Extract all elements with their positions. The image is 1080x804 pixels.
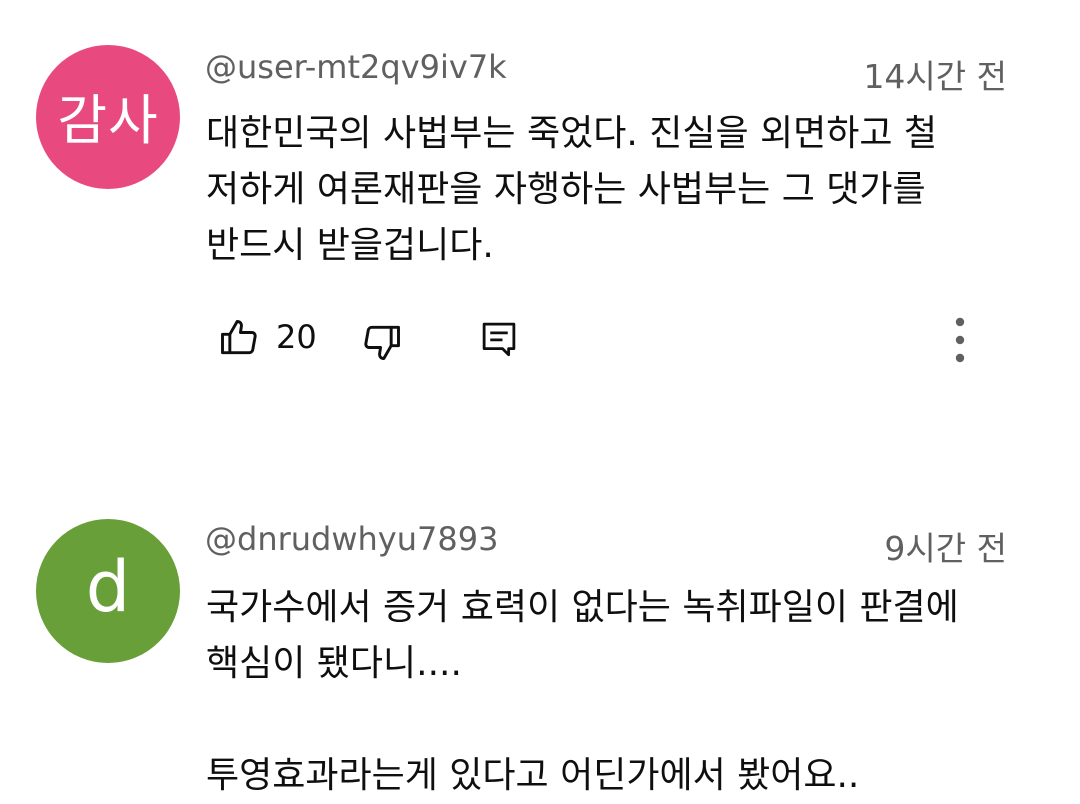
comment-text: 국가수에서 증거 효력이 없다는 녹취파일이 판결에 핵심이 됐다니.... 투… bbox=[206, 580, 1026, 804]
comment-text-line: 반드시 받을겁니다. bbox=[206, 225, 494, 266]
comment-author[interactable]: @user-mt2qv9iv7k bbox=[205, 48, 507, 86]
like-count: 20 bbox=[276, 318, 317, 356]
comment-text-line: 저하게 여론재판을 자행하는 사법부는 그 댓가를 bbox=[206, 169, 926, 210]
comment-text-line: 국가수에서 증거 효력이 없다는 녹취파일이 판결에 bbox=[206, 587, 959, 628]
comment-text-line: 투영효과라는게 있다고 어딘가에서 봤어요.. bbox=[206, 755, 860, 796]
reply-icon[interactable] bbox=[478, 318, 520, 360]
comment-author[interactable]: @dnrudwhyu7893 bbox=[205, 520, 498, 558]
thumbs-down-icon[interactable] bbox=[360, 320, 404, 364]
comment-text-line: 핵심이 됐다니.... bbox=[206, 643, 462, 684]
comment-timestamp: 14시간 전 bbox=[863, 57, 1007, 96]
avatar-initials: 감사 bbox=[57, 88, 159, 152]
comment-timestamp: 9시간 전 bbox=[884, 529, 1007, 568]
comment-text-line: 대한민국의 사법부는 죽었다. 진실을 외면하고 철 bbox=[206, 113, 938, 154]
more-vert-icon[interactable] bbox=[946, 314, 974, 366]
comment-text: 대한민국의 사법부는 죽었다. 진실을 외면하고 철 저하게 여론재판을 자행하… bbox=[206, 106, 1026, 274]
avatar[interactable]: 감사 bbox=[36, 45, 180, 189]
avatar-initials: d bbox=[85, 546, 131, 628]
avatar[interactable]: d bbox=[36, 519, 180, 663]
thumbs-up-icon[interactable] bbox=[217, 316, 261, 360]
comment-actions: 20 bbox=[0, 312, 1080, 372]
comment-text-line bbox=[206, 692, 1026, 748]
